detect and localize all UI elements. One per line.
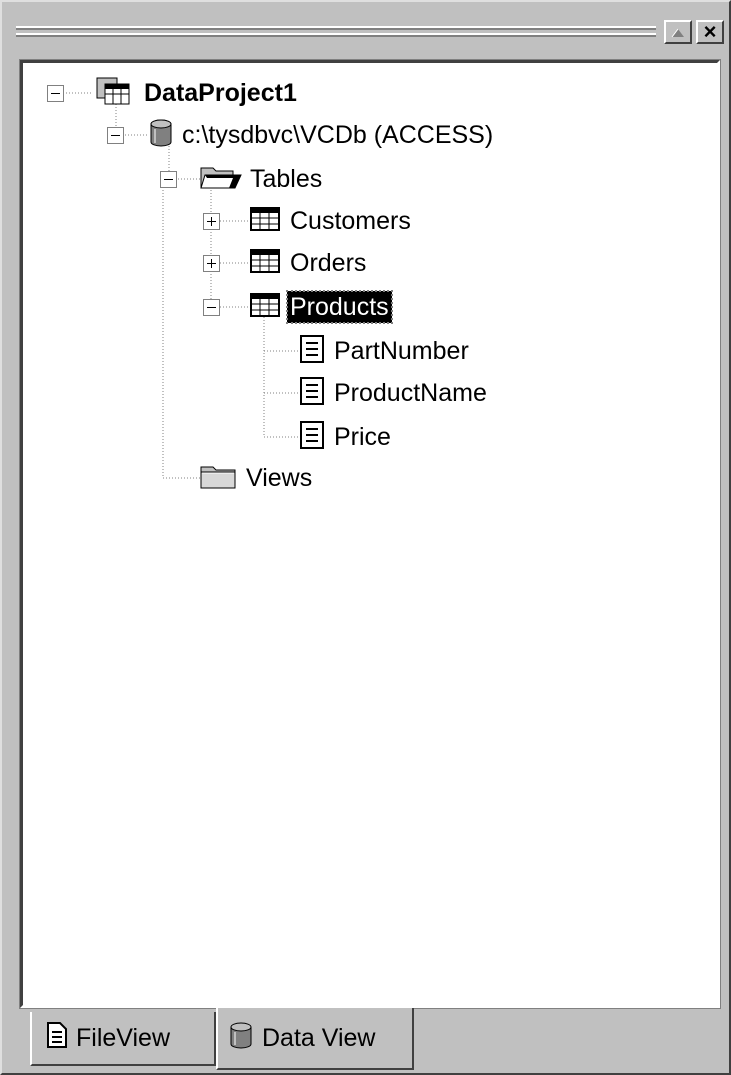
tab-data-view[interactable]: Data View xyxy=(216,1008,414,1070)
tree-node-column-productname[interactable]: ProductName xyxy=(297,375,490,411)
tree-node-table-products[interactable]: Products xyxy=(249,289,393,325)
title-gripper-lower[interactable] xyxy=(16,33,656,37)
tree-node-label: DataProject1 xyxy=(144,79,297,107)
tree-node-column-price[interactable]: Price xyxy=(297,419,394,455)
collapse-toggle-tables[interactable] xyxy=(160,171,177,188)
tree-node-label: Orders xyxy=(290,249,367,277)
tree-node-table-customers[interactable]: Customers xyxy=(249,203,414,239)
triangle-up-icon xyxy=(671,28,684,38)
tree-node-label: ProductName xyxy=(334,379,487,407)
tab-label: Data View xyxy=(262,1023,376,1052)
tree-node-label: Views xyxy=(246,464,313,492)
open-folder-icon xyxy=(199,162,243,197)
tree-panel[interactable]: DataProject1 c:\tysdbvc\VCDb (ACCESS) Ta… xyxy=(19,59,721,1009)
table-icon xyxy=(249,247,283,280)
project-icon xyxy=(95,74,137,113)
tree-node-label: Tables xyxy=(250,165,323,193)
tab-label: FileView xyxy=(76,1023,171,1052)
expand-toggle-customers[interactable] xyxy=(203,213,220,230)
database-icon xyxy=(147,117,175,154)
data-view-window: × DataProject1 c:\tysdbvc\VCDb (ACCESS) … xyxy=(0,0,731,1075)
table-icon xyxy=(249,291,283,324)
close-button[interactable]: × xyxy=(696,20,724,44)
tree-node-column-partnumber[interactable]: PartNumber xyxy=(297,333,472,369)
expand-toggle-orders[interactable] xyxy=(203,255,220,272)
collapse-toggle-connection[interactable] xyxy=(107,127,124,144)
closed-folder-icon xyxy=(199,461,239,496)
tree-node-label: c:\tysdbvc\VCDb (ACCESS) xyxy=(182,121,494,149)
column-icon xyxy=(297,420,327,455)
collapse-toggle-products[interactable] xyxy=(203,299,220,316)
tree-node-project[interactable]: DataProject1 xyxy=(95,75,300,111)
maximize-button[interactable] xyxy=(664,20,692,44)
tab-fileview[interactable]: FileView xyxy=(30,1012,216,1066)
tree-node-label-selected: Products xyxy=(286,290,393,324)
table-icon xyxy=(249,205,283,238)
view-tabs: FileView Data View xyxy=(20,1008,720,1072)
file-view-icon xyxy=(46,1021,68,1056)
tree-node-label: Price xyxy=(334,423,391,451)
tree-node-label: Customers xyxy=(290,207,411,235)
collapse-toggle-root[interactable] xyxy=(47,85,64,102)
column-icon xyxy=(297,334,327,369)
close-icon: × xyxy=(703,19,717,44)
column-icon xyxy=(297,376,327,411)
tree-node-table-orders[interactable]: Orders xyxy=(249,245,369,281)
tree-node-connection[interactable]: c:\tysdbvc\VCDb (ACCESS) xyxy=(147,117,496,153)
database-icon xyxy=(228,1020,254,1057)
tree-node-views[interactable]: Views xyxy=(199,460,315,496)
tree-node-tables[interactable]: Tables xyxy=(199,161,325,197)
title-gripper[interactable] xyxy=(16,26,656,30)
tree-node-label: PartNumber xyxy=(334,337,469,365)
